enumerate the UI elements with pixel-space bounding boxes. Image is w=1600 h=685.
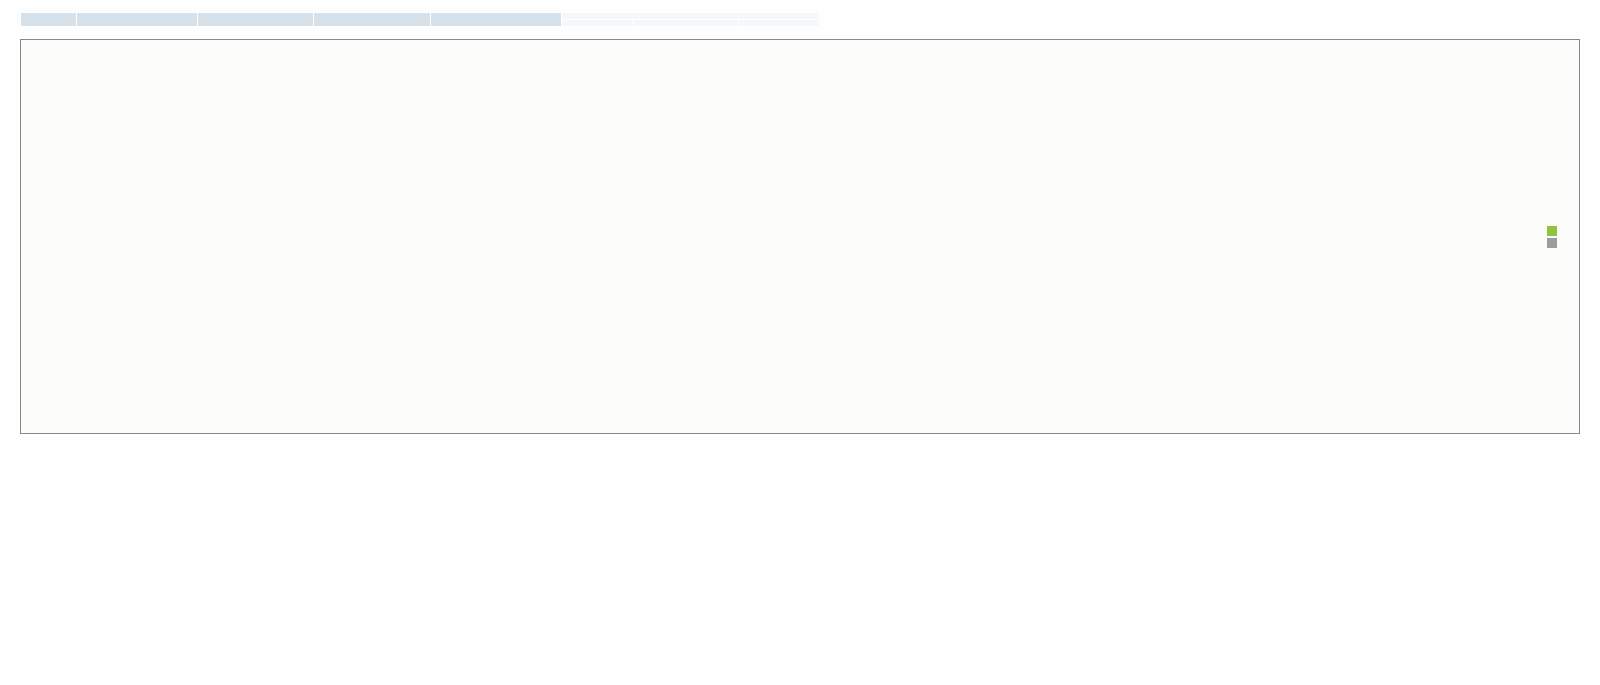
gantt-rows <box>21 68 1409 421</box>
col-pct <box>430 13 561 27</box>
legend-swatch-completed <box>1547 226 1557 236</box>
col-task <box>76 13 197 27</box>
col-completed <box>739 20 820 27</box>
col-number-in-days <box>562 13 820 20</box>
col-current-duration <box>632 20 738 27</box>
plan-table <box>20 12 820 27</box>
col-start <box>197 13 313 27</box>
legend-completed <box>1547 226 1563 236</box>
gantt-date-axis <box>21 46 1579 64</box>
gantt-legend <box>1547 224 1563 250</box>
legend-swatch-duration <box>1547 238 1557 248</box>
gantt-chart <box>20 39 1580 434</box>
legend-current-duration <box>1547 238 1563 248</box>
col-task-id <box>21 13 77 27</box>
col-duration <box>562 20 633 27</box>
col-end <box>314 13 430 27</box>
